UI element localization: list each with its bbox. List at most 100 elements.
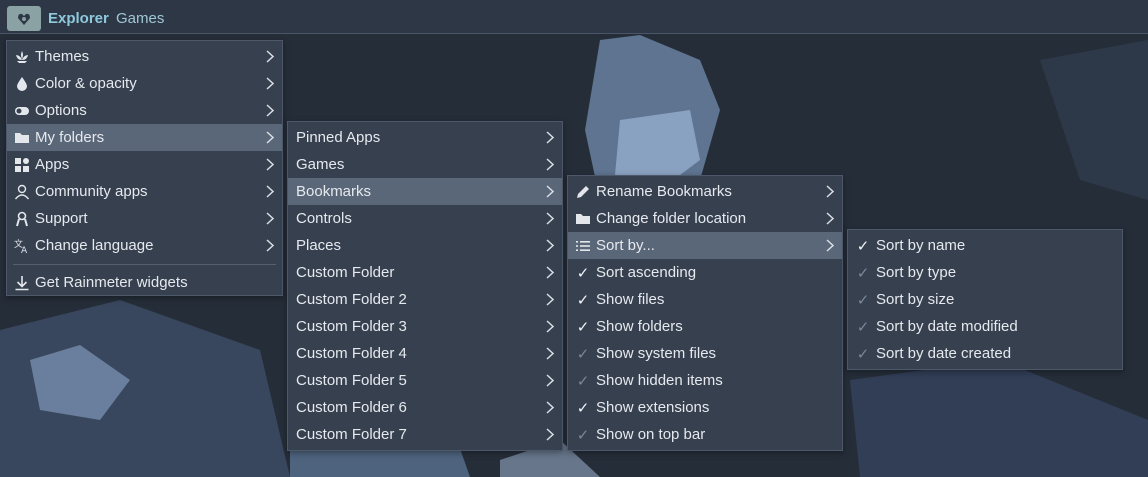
menu-item-sort-by-date-created[interactable]: ✓ Sort by date created bbox=[848, 340, 1122, 367]
bookmarks-submenu: Rename Bookmarks Change folder location … bbox=[567, 175, 843, 451]
list-icon bbox=[574, 237, 592, 255]
menu-item-label: Bookmarks bbox=[296, 183, 372, 200]
menu-item-sort-by-date-modified[interactable]: ✓ Sort by date modified bbox=[848, 313, 1122, 340]
menu-item-label: Rename Bookmarks bbox=[596, 183, 732, 200]
menu-item-change-language[interactable]: 文A Change language bbox=[7, 232, 282, 259]
chevron-right-icon bbox=[826, 185, 834, 198]
menu-item-custom-folder-5[interactable]: Custom Folder 5 bbox=[288, 367, 562, 394]
menu-item-custom-folder-4[interactable]: Custom Folder 4 bbox=[288, 340, 562, 367]
menu-item-label: Sort by size bbox=[876, 291, 955, 308]
check-icon: ✓ bbox=[576, 372, 590, 390]
menu-item-label: My folders bbox=[35, 129, 105, 146]
ribbon-icon bbox=[13, 210, 31, 228]
menu-item-custom-folder[interactable]: Custom Folder bbox=[288, 259, 562, 286]
menu-item-sort-by-size[interactable]: ✓ Sort by size bbox=[848, 286, 1122, 313]
menu-item-pinned-apps[interactable]: Pinned Apps bbox=[288, 124, 562, 151]
person-icon bbox=[13, 183, 31, 201]
pencil-icon bbox=[574, 183, 592, 201]
menu-item-rename-bookmarks[interactable]: Rename Bookmarks bbox=[568, 178, 842, 205]
menu-item-sort-by-name[interactable]: ✓ Sort by name bbox=[848, 232, 1122, 259]
chevron-right-icon bbox=[266, 185, 274, 198]
menu-item-options[interactable]: Options bbox=[7, 97, 282, 124]
download-icon bbox=[13, 274, 31, 292]
menu-item-controls[interactable]: Controls bbox=[288, 205, 562, 232]
menu-item-label: Sort by type bbox=[876, 264, 957, 281]
topbar-item-games[interactable]: Games bbox=[116, 10, 164, 27]
menu-item-label: Custom Folder 4 bbox=[296, 345, 407, 362]
menu-item-show-folders[interactable]: ✓ Show folders bbox=[568, 313, 842, 340]
menu-item-color-opacity[interactable]: Color & opacity bbox=[7, 70, 282, 97]
menu-item-show-extensions[interactable]: ✓ Show extensions bbox=[568, 394, 842, 421]
check-icon: ✓ bbox=[576, 399, 590, 417]
menu-item-label: Show extensions bbox=[596, 399, 710, 416]
menu-item-custom-folder-3[interactable]: Custom Folder 3 bbox=[288, 313, 562, 340]
menu-item-sort-by-type[interactable]: ✓ Sort by type bbox=[848, 259, 1122, 286]
folder-icon bbox=[13, 129, 31, 147]
chevron-right-icon bbox=[266, 239, 274, 252]
menu-item-community-apps[interactable]: Community apps bbox=[7, 178, 282, 205]
menu-item-label: Apps bbox=[35, 156, 70, 173]
menu-item-change-folder-location[interactable]: Change folder location bbox=[568, 205, 842, 232]
menu-item-games[interactable]: Games bbox=[288, 151, 562, 178]
menu-item-places[interactable]: Places bbox=[288, 232, 562, 259]
check-icon: ✓ bbox=[856, 318, 870, 336]
menu-item-apps[interactable]: Apps bbox=[7, 151, 282, 178]
menu-item-sort-ascending[interactable]: ✓ Sort ascending bbox=[568, 259, 842, 286]
menu-item-my-folders[interactable]: My folders bbox=[7, 124, 282, 151]
check-icon: ✓ bbox=[856, 264, 870, 282]
lotus-icon bbox=[13, 48, 31, 66]
menu-item-label: Get Rainmeter widgets bbox=[35, 274, 188, 291]
menu-item-label: Show files bbox=[596, 291, 665, 308]
menu-item-label: Sort by... bbox=[596, 237, 655, 254]
menu-item-label: Sort by name bbox=[876, 237, 966, 254]
menu-item-label: Community apps bbox=[35, 183, 148, 200]
menu-item-label: Change folder location bbox=[596, 210, 747, 227]
menu-item-themes[interactable]: Themes bbox=[7, 43, 282, 70]
menu-item-label: Sort by date created bbox=[876, 345, 1012, 362]
translate-icon: 文A bbox=[13, 237, 31, 255]
main-menu: Themes Color & opacity Options My folder… bbox=[6, 40, 283, 296]
menu-item-label: Custom Folder bbox=[296, 264, 395, 281]
menu-item-label: Custom Folder 7 bbox=[296, 426, 407, 443]
menu-item-custom-folder-2[interactable]: Custom Folder 2 bbox=[288, 286, 562, 313]
chevron-right-icon bbox=[546, 293, 554, 306]
menu-item-custom-folder-7[interactable]: Custom Folder 7 bbox=[288, 421, 562, 448]
menu-item-show-files[interactable]: ✓ Show files bbox=[568, 286, 842, 313]
svg-text:A: A bbox=[21, 246, 28, 254]
chevron-right-icon bbox=[546, 158, 554, 171]
check-icon: ✓ bbox=[576, 318, 590, 336]
chevron-right-icon bbox=[546, 374, 554, 387]
menu-item-label: Games bbox=[296, 156, 345, 173]
chevron-right-icon bbox=[266, 131, 274, 144]
app-title[interactable]: Explorer bbox=[48, 10, 109, 27]
chevron-right-icon bbox=[826, 239, 834, 252]
menu-item-support[interactable]: Support bbox=[7, 205, 282, 232]
menu-item-label: Show hidden items bbox=[596, 372, 723, 389]
folder-icon bbox=[574, 210, 592, 228]
drop-icon bbox=[13, 75, 31, 93]
menu-item-label: Show on top bar bbox=[596, 426, 706, 443]
app-logo-icon[interactable] bbox=[7, 6, 41, 31]
menu-item-label: Custom Folder 6 bbox=[296, 399, 407, 416]
menu-item-sort-by[interactable]: Sort by... bbox=[568, 232, 842, 259]
menu-item-get-rainmeter-widgets[interactable]: Get Rainmeter widgets bbox=[7, 269, 282, 296]
menu-item-label: Custom Folder 3 bbox=[296, 318, 407, 335]
menu-item-label: Show folders bbox=[596, 318, 683, 335]
menu-item-show-system-files[interactable]: ✓ Show system files bbox=[568, 340, 842, 367]
check-icon: ✓ bbox=[576, 345, 590, 363]
toggle-icon bbox=[13, 102, 31, 120]
chevron-right-icon bbox=[266, 158, 274, 171]
menu-item-label: Sort ascending bbox=[596, 264, 697, 281]
menu-item-label: Color & opacity bbox=[35, 75, 137, 92]
apps-icon bbox=[13, 156, 31, 174]
menu-item-label: Show system files bbox=[596, 345, 717, 362]
menu-item-show-on-top-bar[interactable]: ✓ Show on top bar bbox=[568, 421, 842, 448]
menu-item-custom-folder-6[interactable]: Custom Folder 6 bbox=[288, 394, 562, 421]
chevron-right-icon bbox=[546, 185, 554, 198]
menu-separator bbox=[13, 264, 276, 265]
chevron-right-icon bbox=[546, 266, 554, 279]
chevron-right-icon bbox=[266, 104, 274, 117]
menu-item-show-hidden-items[interactable]: ✓ Show hidden items bbox=[568, 367, 842, 394]
menu-item-bookmarks[interactable]: Bookmarks bbox=[288, 178, 562, 205]
sort-submenu: ✓ Sort by name ✓ Sort by type ✓ Sort by siz… bbox=[847, 229, 1123, 370]
